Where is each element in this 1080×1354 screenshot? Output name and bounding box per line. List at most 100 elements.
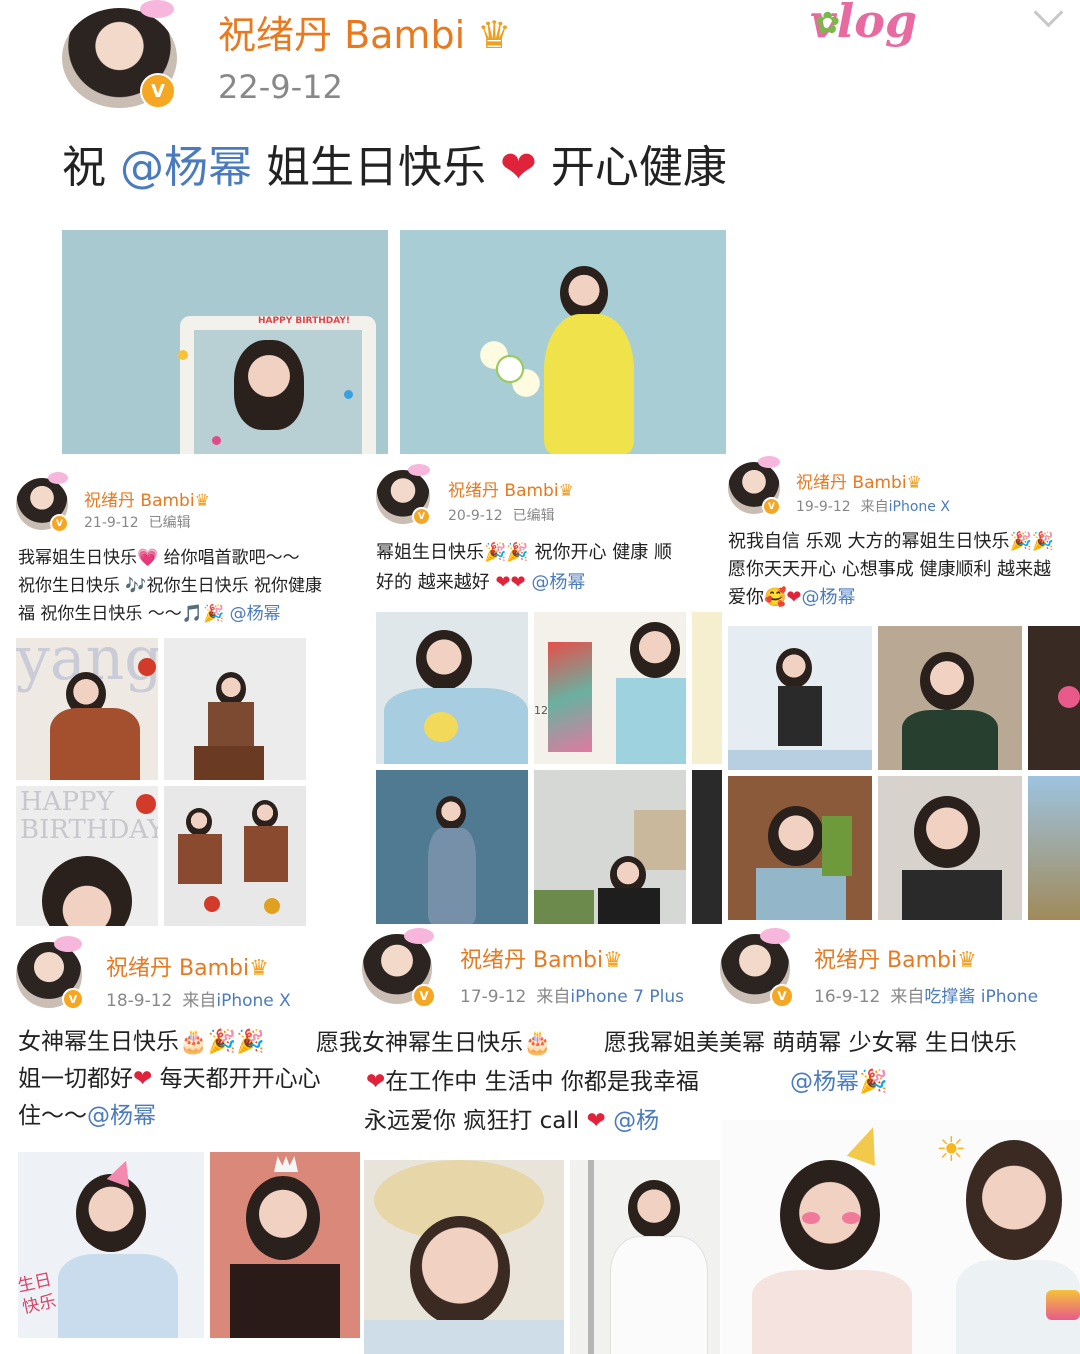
post-2-username-text[interactable]: 祝绪丹 Bambi	[448, 481, 559, 501]
sun-sticker-icon: ☀	[936, 1130, 967, 1170]
avatar-bubble-sticker	[54, 936, 82, 952]
happy-birthday-text: HAPPY BIRTHDAY	[20, 787, 158, 845]
verified-badge-icon: V	[412, 984, 436, 1008]
post-1-photo-3[interactable]: HAPPY BIRTHDAY	[16, 786, 158, 926]
post-6-photo-1[interactable]	[722, 1120, 936, 1354]
post-3-device[interactable]: iPhone X	[889, 499, 950, 515]
post-4-line-1: 女神幂生日快乐🎂🎉🎉	[18, 1029, 265, 1055]
post-3-photo-5[interactable]	[878, 776, 1022, 920]
birthday-frame-label: HAPPY BIRTHDAY!	[258, 316, 350, 326]
chevron-down-icon[interactable]	[1033, 0, 1064, 28]
avatar-bubble-sticker	[140, 0, 174, 18]
post-1-meta: 21-9-12 已编辑	[84, 512, 191, 532]
birthday-sticker: 生日 快乐	[18, 1269, 58, 1319]
post-3-username-text[interactable]: 祝绪丹 Bambi	[796, 473, 907, 493]
post-1-photo-1[interactable]: yang	[16, 638, 158, 780]
post-1-text: 我幂姐生日快乐💗 给你唱首歌吧～～ 祝你生日快乐 🎶祝你生日快乐 祝你健康 福 …	[18, 544, 362, 628]
post-2-photo-6[interactable]	[692, 770, 722, 924]
main-text-suffix: 开心健康	[550, 142, 727, 193]
post-2-photo-3[interactable]	[692, 612, 722, 764]
post-4-device[interactable]: iPhone X	[216, 991, 290, 1011]
post-3-username[interactable]: 祝绪丹 Bambi ♛	[796, 468, 922, 493]
post-2-edited: 已编辑	[512, 508, 555, 524]
post-5-date: 17-9-12	[460, 987, 527, 1007]
post-2-date: 20-9-12	[448, 508, 503, 524]
post-4-line-3: 住～～	[18, 1103, 87, 1129]
post-2-line-2: 好的 越来越好	[376, 572, 490, 593]
post-1-line-2: 祝你生日快乐 🎶祝你生日快乐 祝你健康	[18, 576, 322, 596]
avatar-bubble-sticker	[758, 456, 780, 468]
post-5-mention-link[interactable]: @杨	[613, 1108, 659, 1134]
post-5-username-text[interactable]: 祝绪丹 Bambi	[460, 948, 603, 973]
post-6-line-1: 愿我幂姐美美幂 萌萌幂 少女幂 生日快乐	[604, 1030, 1017, 1056]
main-text-middle: 姐生日快乐	[266, 142, 486, 193]
post-2-username[interactable]: 祝绪丹 Bambi ♛	[448, 476, 574, 501]
flower-sticker-icon: ✿	[815, 6, 841, 41]
post-2-mention-link[interactable]: @杨幂	[531, 572, 585, 593]
pole-number-text: 12	[534, 704, 548, 717]
main-text-prefix: 祝	[62, 142, 106, 193]
post-3-date: 19-9-12	[796, 499, 851, 515]
post-5-source: 来自	[536, 987, 571, 1007]
crown-icon: ♛	[558, 481, 574, 501]
post-6-mention-link[interactable]: @杨幂	[790, 1069, 859, 1095]
post-3-line-2: 愿你天天开心 心想事成 健康顺利 越来越	[728, 559, 1052, 580]
crown-icon: ♛	[194, 491, 210, 511]
post-3-photo-6[interactable]	[1028, 776, 1080, 920]
post-4-username[interactable]: 祝绪丹 Bambi ♛	[106, 950, 269, 982]
post-6-username[interactable]: 祝绪丹 Bambi ♛	[814, 942, 977, 974]
main-mention-link[interactable]: @杨幂	[120, 142, 252, 193]
crown-icon: ♛	[477, 13, 512, 57]
crown-icon: ♛	[249, 956, 269, 981]
main-post-date: 22-9-12	[218, 68, 343, 106]
post-3-photo-4[interactable]	[728, 776, 872, 920]
heart-icon: ❤	[786, 587, 802, 608]
main-username[interactable]: 祝绪丹 Bambi ♛	[218, 4, 511, 59]
avatar-bubble-sticker	[408, 464, 430, 476]
post-5-photo-2[interactable]	[570, 1160, 720, 1354]
verified-badge-icon: V	[412, 507, 431, 526]
post-2-photo-1[interactable]	[376, 612, 528, 764]
post-5-meta: 17-9-12 来自iPhone 7 Plus	[460, 982, 684, 1007]
post-6-meta: 16-9-12 来自吃撑酱 iPhone	[814, 982, 1038, 1007]
post-3-source: 来自	[860, 499, 889, 515]
avatar-bubble-sticker	[760, 928, 790, 944]
post-1-photo-2[interactable]	[164, 638, 306, 780]
post-4-username-text[interactable]: 祝绪丹 Bambi	[106, 956, 249, 981]
post-1-username-text[interactable]: 祝绪丹 Bambi	[84, 491, 195, 511]
post-5-device[interactable]: iPhone 7 Plus	[570, 987, 684, 1007]
post-3-text: 祝我自信 乐观 大方的幂姐生日快乐🎉🎉 愿你天天开心 心想事成 健康顺利 越来越…	[728, 528, 1080, 612]
post-6-username-text[interactable]: 祝绪丹 Bambi	[814, 948, 957, 973]
post-3-line-1: 祝我自信 乐观 大方的幂姐生日快乐🎉🎉	[728, 531, 1055, 552]
post-2-meta: 20-9-12 已编辑	[448, 505, 555, 525]
post-3-photo-3[interactable]	[1028, 626, 1080, 770]
post-4-photo-2[interactable]	[210, 1152, 360, 1338]
post-6-source: 来自	[890, 987, 925, 1007]
post-4-source: 来自	[182, 991, 217, 1011]
post-5-username[interactable]: 祝绪丹 Bambi ♛	[460, 942, 623, 974]
post-1-mention-link[interactable]: @杨幂	[230, 604, 281, 624]
post-4-photo-1[interactable]: 生日 快乐	[18, 1152, 204, 1338]
post-2-photo-2[interactable]: 12	[534, 612, 686, 764]
post-4-line-2: 姐一切都好	[18, 1066, 133, 1092]
post-3-mention-link[interactable]: @杨幂	[802, 587, 856, 608]
main-username-text[interactable]: 祝绪丹 Bambi	[218, 13, 465, 57]
post-3-line-3: 爱你🥰	[728, 587, 787, 608]
post-5-line-3: 永远爱你 疯狂打 call	[364, 1108, 580, 1134]
post-2-photo-5[interactable]	[534, 770, 686, 924]
post-6-photo-2[interactable]: ☀	[936, 1120, 1080, 1354]
heart-icon: ❤	[366, 1069, 386, 1095]
post-5-photo-1[interactable]	[364, 1160, 564, 1354]
main-photo-2[interactable]	[400, 230, 726, 454]
post-2-photo-4[interactable]	[376, 770, 528, 924]
verified-badge-icon: V	[50, 514, 69, 533]
post-5-line-1: 愿我女神幂生日快乐🎂	[316, 1030, 552, 1056]
post-3-photo-2[interactable]	[878, 626, 1022, 770]
post-4-mention-link[interactable]: @杨幂	[87, 1103, 156, 1129]
post-6-text: 愿我幂姐美美幂 萌萌幂 少女幂 生日快乐 @杨幂🎉	[604, 1024, 1080, 1102]
post-1-photo-4[interactable]	[164, 786, 306, 926]
post-6-device[interactable]: 吃撑酱 iPhone	[924, 987, 1038, 1007]
post-1-username[interactable]: 祝绪丹 Bambi ♛	[84, 486, 210, 511]
main-photo-1[interactable]: HAPPY BIRTHDAY!	[62, 230, 388, 454]
post-3-photo-1[interactable]	[728, 626, 872, 770]
